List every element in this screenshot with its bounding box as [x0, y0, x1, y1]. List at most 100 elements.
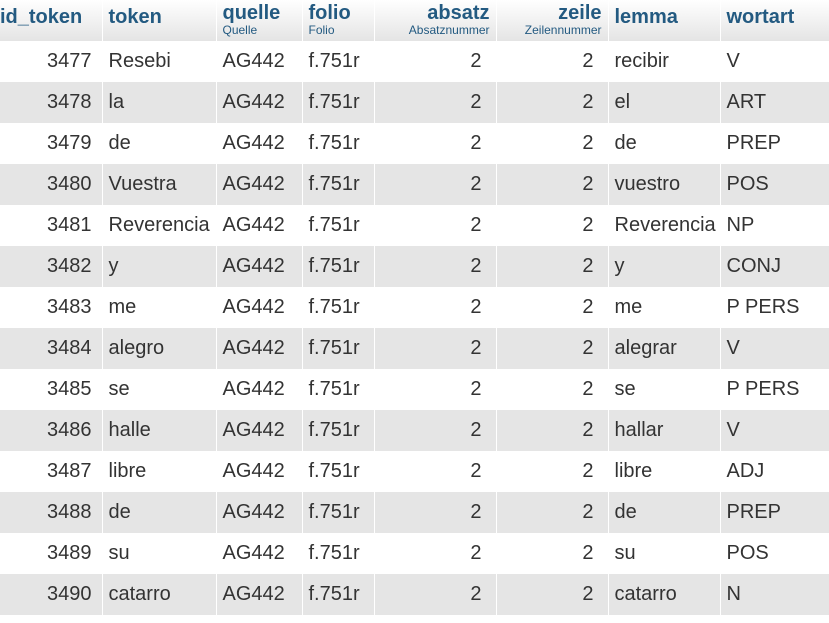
cell-quelle: AG442: [216, 574, 302, 615]
column-header-lemma[interactable]: lemma: [608, 0, 721, 41]
table-row[interactable]: 3483 me AG442 f.751r 2 2 me P PERS: [0, 287, 829, 328]
cell-lemma: de: [608, 492, 720, 533]
cell-token: libre: [102, 451, 216, 492]
cell-folio: f.751r: [302, 287, 374, 328]
column-header-wortart[interactable]: wortart: [720, 0, 829, 41]
cell-wortart: ADJ: [720, 451, 829, 492]
cell-lemma: el: [608, 82, 720, 123]
cell-wortart: N: [720, 574, 829, 615]
column-header-folio[interactable]: folio Folio: [302, 0, 375, 41]
cell-folio: f.751r: [302, 205, 374, 246]
cell-id-token: 3489: [0, 533, 102, 574]
table-row[interactable]: 3485 se AG442 f.751r 2 2 se P PERS: [0, 369, 829, 410]
column-header-label: token: [108, 6, 162, 28]
cell-zeile: 2: [496, 164, 608, 205]
table-row[interactable]: 3488 de AG442 f.751r 2 2 de PREP: [0, 492, 829, 533]
cell-lemma: hallar: [608, 410, 720, 451]
cell-absatz: 2: [374, 492, 496, 533]
cell-lemma: catarro: [608, 574, 720, 615]
cell-quelle: AG442: [216, 451, 302, 492]
cell-folio: f.751r: [302, 41, 374, 82]
cell-zeile: 2: [496, 82, 608, 123]
cell-wortart: PREP: [720, 492, 829, 533]
table-row[interactable]: 3489 su AG442 f.751r 2 2 su POS: [0, 533, 829, 574]
cell-zeile: 2: [496, 287, 608, 328]
table-row[interactable]: 3479 de AG442 f.751r 2 2 de PREP: [0, 123, 829, 164]
cell-zeile: 2: [496, 205, 608, 246]
table-row[interactable]: 3478 la AG442 f.751r 2 2 el ART: [0, 82, 829, 123]
cell-wortart: P PERS: [720, 287, 829, 328]
cell-lemma: recibir: [608, 41, 720, 82]
cell-id-token: 3487: [0, 451, 102, 492]
cell-absatz: 2: [374, 246, 496, 287]
cell-token: me: [102, 287, 216, 328]
cell-id-token: 3482: [0, 246, 102, 287]
cell-lemma: se: [608, 369, 720, 410]
column-header-label: folio: [308, 2, 351, 24]
cell-lemma: me: [608, 287, 720, 328]
table-row[interactable]: 3477 Resebi AG442 f.751r 2 2 recibir V: [0, 41, 829, 82]
cell-absatz: 2: [374, 123, 496, 164]
cell-quelle: AG442: [216, 328, 302, 369]
table-row[interactable]: 3481 Reverencia AG442 f.751r 2 2 Reverencia NP: [0, 205, 829, 246]
cell-quelle: AG442: [216, 492, 302, 533]
cell-token: de: [102, 492, 216, 533]
cell-zeile: 2: [496, 123, 608, 164]
cell-token: se: [102, 369, 216, 410]
cell-folio: f.751r: [302, 164, 374, 205]
cell-absatz: 2: [374, 451, 496, 492]
cell-folio: f.751r: [302, 410, 374, 451]
cell-folio: f.751r: [302, 123, 374, 164]
cell-id-token: 3488: [0, 492, 102, 533]
cell-zeile: 2: [496, 451, 608, 492]
cell-folio: f.751r: [302, 246, 374, 287]
cell-wortart: V: [720, 328, 829, 369]
table-row[interactable]: 3482 y AG442 f.751r 2 2 y CONJ: [0, 246, 829, 287]
cell-id-token: 3481: [0, 205, 102, 246]
cell-id-token: 3478: [0, 82, 102, 123]
cell-quelle: AG442: [216, 205, 302, 246]
cell-wortart: PREP: [720, 123, 829, 164]
cell-absatz: 2: [374, 164, 496, 205]
cell-zeile: 2: [496, 41, 608, 82]
cell-absatz: 2: [374, 82, 496, 123]
cell-id-token: 3480: [0, 164, 102, 205]
column-header-label: id_token: [0, 6, 83, 28]
cell-absatz: 2: [374, 574, 496, 615]
cell-absatz: 2: [374, 205, 496, 246]
cell-wortart: CONJ: [720, 246, 829, 287]
cell-zeile: 2: [496, 369, 608, 410]
cell-wortart: V: [720, 410, 829, 451]
table-row[interactable]: 3480 Vuestra AG442 f.751r 2 2 vuestro POS: [0, 164, 829, 205]
table-row[interactable]: 3486 halle AG442 f.751r 2 2 hallar V: [0, 410, 829, 451]
table-row[interactable]: 3484 alegro AG442 f.751r 2 2 alegrar V: [0, 328, 829, 369]
cell-folio: f.751r: [302, 328, 374, 369]
cell-id-token: 3485: [0, 369, 102, 410]
cell-quelle: AG442: [216, 82, 302, 123]
cell-zeile: 2: [496, 328, 608, 369]
results-table: id_token token quelle Quelle folio Folio…: [0, 0, 829, 615]
cell-token: halle: [102, 410, 216, 451]
cell-lemma: su: [608, 533, 720, 574]
column-header-absatz[interactable]: absatz Absatznummer: [374, 0, 497, 41]
column-header-comment: Zeilennummer: [524, 23, 602, 37]
table-row[interactable]: 3490 catarro AG442 f.751r 2 2 catarro N: [0, 574, 829, 615]
cell-quelle: AG442: [216, 410, 302, 451]
cell-folio: f.751r: [302, 533, 374, 574]
column-header-zeile[interactable]: zeile Zeilennummer: [496, 0, 609, 41]
table-row[interactable]: 3487 libre AG442 f.751r 2 2 libre ADJ: [0, 451, 829, 492]
column-header-id-token[interactable]: id_token: [0, 0, 103, 41]
column-header-label: zeile: [558, 2, 602, 24]
column-header-quelle[interactable]: quelle Quelle: [216, 0, 303, 41]
cell-zeile: 2: [496, 574, 608, 615]
column-header-token[interactable]: token: [102, 0, 217, 41]
cell-wortart: NP: [720, 205, 829, 246]
cell-quelle: AG442: [216, 533, 302, 574]
cell-zeile: 2: [496, 246, 608, 287]
cell-zeile: 2: [496, 410, 608, 451]
cell-lemma: de: [608, 123, 720, 164]
cell-id-token: 3477: [0, 41, 102, 82]
cell-quelle: AG442: [216, 246, 302, 287]
cell-quelle: AG442: [216, 369, 302, 410]
cell-wortart: POS: [720, 533, 829, 574]
